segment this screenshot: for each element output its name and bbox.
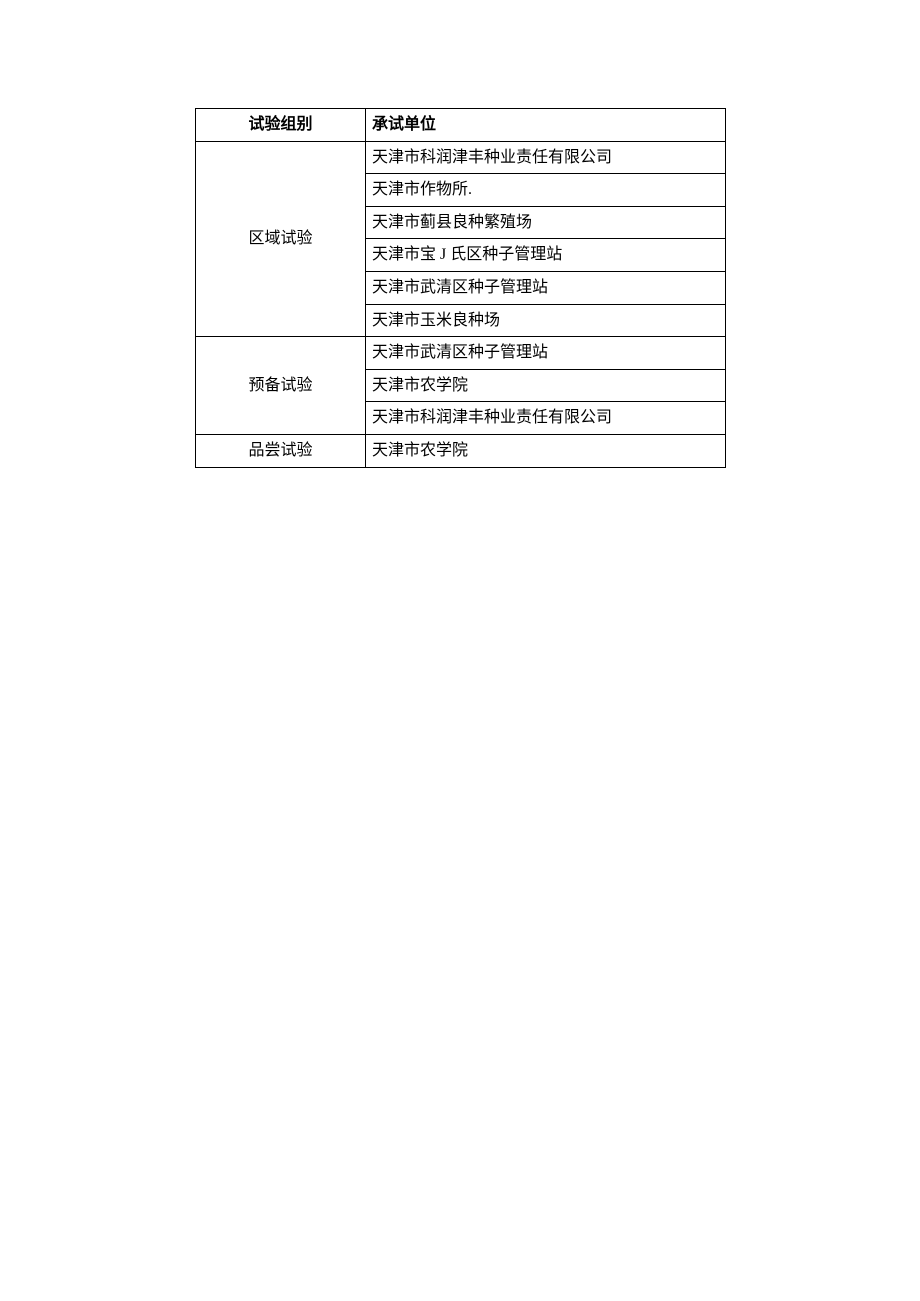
group-cell: 品尝试验 — [196, 434, 366, 467]
unit-cell: 天津市科润津丰种业责任有限公司 — [366, 402, 726, 435]
unit-cell: 天津市科润津丰种业责任有限公司 — [366, 141, 726, 174]
unit-cell: 天津市武清区种子管理站 — [366, 271, 726, 304]
unit-cell: 天津市农学院 — [366, 434, 726, 467]
unit-cell: 天津市宝 J 氏区种子管理站 — [366, 239, 726, 272]
unit-cell: 天津市农学院 — [366, 369, 726, 402]
trial-table: 试验组别 承试单位 区域试验 天津市科润津丰种业责任有限公司 天津市作物所. 天… — [195, 108, 726, 468]
table-row: 预备试验 天津市武清区种子管理站 — [196, 337, 726, 370]
header-unit: 承试单位 — [366, 109, 726, 142]
unit-cell: 天津市蓟县良种繁殖场 — [366, 206, 726, 239]
header-group: 试验组别 — [196, 109, 366, 142]
unit-cell: 天津市玉米良种场 — [366, 304, 726, 337]
group-cell: 区域试验 — [196, 141, 366, 337]
table-header-row: 试验组别 承试单位 — [196, 109, 726, 142]
table-row: 品尝试验 天津市农学院 — [196, 434, 726, 467]
unit-cell: 天津市作物所. — [366, 174, 726, 207]
unit-cell: 天津市武清区种子管理站 — [366, 337, 726, 370]
group-cell: 预备试验 — [196, 337, 366, 435]
table-row: 区域试验 天津市科润津丰种业责任有限公司 — [196, 141, 726, 174]
